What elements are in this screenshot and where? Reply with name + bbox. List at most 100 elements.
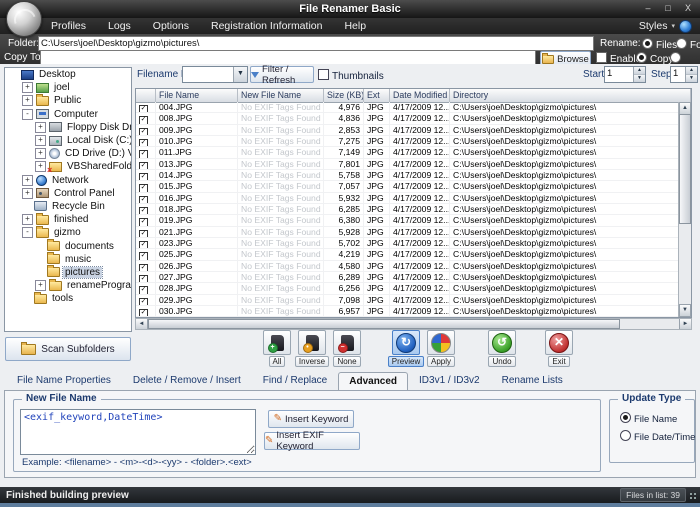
tree-item-recycle-bin[interactable]: Recycle Bin <box>5 200 131 213</box>
tree-item-control-panel[interactable]: +Control Panel <box>5 187 131 200</box>
checked-checkbox-icon[interactable]: ✓ <box>139 286 148 293</box>
checked-checkbox-icon[interactable]: ✓ <box>139 105 148 112</box>
scrollbar-thumb[interactable] <box>679 114 691 224</box>
thumbnails-checkbox[interactable]: Thumbnails <box>318 69 384 82</box>
scroll-down-icon[interactable]: ▼ <box>679 304 691 317</box>
tree-item-cd-drive-d-virtualbox-guest[interactable]: +CD Drive (D:) VirtualBox Guest <box>5 147 131 160</box>
checked-checkbox-icon[interactable]: ✓ <box>139 150 148 157</box>
column-header-new-file-name[interactable]: New File Name <box>238 89 324 102</box>
spin-up-icon[interactable]: ▲ <box>686 67 697 75</box>
update-type-file-date-radio[interactable]: File Date/Time <box>620 430 695 443</box>
expand-icon[interactable]: + <box>35 148 46 159</box>
row-checkbox[interactable]: ✓ <box>136 136 156 146</box>
tree-item-joel[interactable]: +joel <box>5 81 131 94</box>
tree-item-tools[interactable]: tools <box>5 292 131 305</box>
apply-button[interactable]: Apply <box>426 330 456 367</box>
filename-filter-combo[interactable]: ▼ <box>182 66 248 83</box>
column-header-check[interactable] <box>136 89 156 102</box>
inverse-button[interactable]: •Inverse <box>297 330 327 367</box>
menu-item-profiles[interactable]: Profiles <box>40 20 97 32</box>
checked-checkbox-icon[interactable]: ✓ <box>139 309 148 316</box>
table-row[interactable]: ✓004.JPGNo EXIF Tags Found4,976JPG4/17/2… <box>136 102 679 113</box>
table-row[interactable]: ✓019.JPGNo EXIF Tags Found6,380JPG4/17/2… <box>136 215 679 226</box>
table-row[interactable]: ✓027.JPGNo EXIF Tags Found6,289JPG4/17/2… <box>136 272 679 283</box>
new-file-name-pattern-input[interactable] <box>20 409 256 455</box>
menu-item-options[interactable]: Options <box>142 20 200 32</box>
checked-checkbox-icon[interactable]: ✓ <box>139 207 148 214</box>
checked-checkbox-icon[interactable]: ✓ <box>139 241 148 248</box>
row-checkbox[interactable]: ✓ <box>136 181 156 191</box>
column-header-size-kb[interactable]: Size (KB) <box>324 89 364 102</box>
filter-refresh-button[interactable]: Filter / Refresh <box>250 66 314 83</box>
row-checkbox[interactable]: ✓ <box>136 159 156 169</box>
row-checkbox[interactable]: ✓ <box>136 193 156 203</box>
checked-checkbox-icon[interactable]: ✓ <box>139 230 148 237</box>
table-row[interactable]: ✓013.JPGNo EXIF Tags Found7,801JPG4/17/2… <box>136 159 679 170</box>
tree-item-music[interactable]: music <box>5 253 131 266</box>
row-checkbox[interactable]: ✓ <box>136 238 156 248</box>
column-header-directory[interactable]: Directory <box>450 89 691 102</box>
row-checkbox[interactable]: ✓ <box>136 113 156 123</box>
expand-icon[interactable]: + <box>35 161 46 172</box>
insert-exif-keyword-button[interactable]: ✎Insert EXIF Keyword <box>264 432 360 450</box>
table-row[interactable]: ✓030.JPGNo EXIF Tags Found6,957JPG4/17/2… <box>136 306 679 317</box>
maximize-icon[interactable]: □ <box>662 3 674 14</box>
table-row[interactable]: ✓028.JPGNo EXIF Tags Found6,256JPG4/17/2… <box>136 283 679 294</box>
spin-down-icon[interactable]: ▼ <box>686 75 697 82</box>
menu-item-registration-information[interactable]: Registration Information <box>200 20 333 32</box>
table-row[interactable]: ✓029.JPGNo EXIF Tags Found7,098JPG4/17/2… <box>136 295 679 306</box>
scroll-right-icon[interactable]: ► <box>679 319 691 329</box>
tab-file-name-properties[interactable]: File Name Properties <box>6 371 122 390</box>
row-checkbox[interactable]: ✓ <box>136 102 156 112</box>
row-checkbox[interactable]: ✓ <box>136 306 156 316</box>
horizontal-scrollbar[interactable]: ◄ ► <box>135 318 692 330</box>
table-row[interactable]: ✓008.JPGNo EXIF Tags Found4,836JPG4/17/2… <box>136 113 679 124</box>
column-header-date-modified[interactable]: Date Modified <box>390 89 450 102</box>
minimize-icon[interactable]: – <box>642 3 654 14</box>
checked-checkbox-icon[interactable]: ✓ <box>139 184 148 191</box>
row-checkbox[interactable]: ✓ <box>136 227 156 237</box>
checked-checkbox-icon[interactable]: ✓ <box>139 218 148 225</box>
expand-icon[interactable]: + <box>22 95 33 106</box>
tab-advanced[interactable]: Advanced <box>338 372 408 391</box>
scroll-left-icon[interactable]: ◄ <box>136 319 148 329</box>
expand-icon[interactable]: + <box>35 122 46 133</box>
tab-find-replace[interactable]: Find / Replace <box>252 371 338 390</box>
row-checkbox[interactable]: ✓ <box>136 272 156 282</box>
column-header-file-name[interactable]: File Name <box>156 89 238 102</box>
table-row[interactable]: ✓015.JPGNo EXIF Tags Found7,057JPG4/17/2… <box>136 181 679 192</box>
checked-checkbox-icon[interactable]: ✓ <box>139 275 148 282</box>
table-row[interactable]: ✓026.JPGNo EXIF Tags Found4,580JPG4/17/2… <box>136 261 679 272</box>
menu-item-logs[interactable]: Logs <box>97 20 142 32</box>
resize-grip[interactable] <box>689 492 698 501</box>
undo-button[interactable]: ↺Undo <box>487 330 517 367</box>
close-icon[interactable]: X <box>682 3 694 14</box>
expand-icon[interactable]: + <box>35 280 46 291</box>
insert-keyword-button[interactable]: ✎Insert Keyword <box>268 410 354 428</box>
tree-item-local-disk-c[interactable]: +Local Disk (C:) <box>5 134 131 147</box>
tree-item-renameprograms[interactable]: +renamePrograms <box>5 279 131 292</box>
row-checkbox[interactable]: ✓ <box>136 204 156 214</box>
collapse-icon[interactable]: - <box>22 109 33 120</box>
expand-icon[interactable]: + <box>22 214 33 225</box>
tab-delete-remove-insert[interactable]: Delete / Remove / Insert <box>122 371 252 390</box>
checked-checkbox-icon[interactable]: ✓ <box>139 162 148 169</box>
tree-item-floppy-disk-drive-a[interactable]: +Floppy Disk Drive (A:) <box>5 121 131 134</box>
checked-checkbox-icon[interactable]: ✓ <box>139 298 148 305</box>
row-checkbox[interactable]: ✓ <box>136 170 156 180</box>
tree-item-finished[interactable]: +finished <box>5 213 131 226</box>
none-button[interactable]: −None <box>332 330 362 367</box>
row-checkbox[interactable]: ✓ <box>136 249 156 259</box>
tree-item-public[interactable]: +Public <box>5 94 131 107</box>
row-checkbox[interactable]: ✓ <box>136 215 156 225</box>
checked-checkbox-icon[interactable]: ✓ <box>139 196 148 203</box>
spin-down-icon[interactable]: ▼ <box>634 75 645 82</box>
tree-item-vbsharedfolder-vboxsvr-z[interactable]: +VBSharedFolder (\\vboxsvr) (Z <box>5 160 131 173</box>
checked-checkbox-icon[interactable]: ✓ <box>139 252 148 259</box>
exit-button[interactable]: ✕Exit <box>544 330 574 367</box>
checked-checkbox-icon[interactable]: ✓ <box>139 173 148 180</box>
scrollbar-thumb[interactable] <box>148 319 620 329</box>
row-checkbox[interactable]: ✓ <box>136 125 156 135</box>
menu-item-help[interactable]: Help <box>333 20 377 32</box>
table-row[interactable]: ✓009.JPGNo EXIF Tags Found2,853JPG4/17/2… <box>136 125 679 136</box>
